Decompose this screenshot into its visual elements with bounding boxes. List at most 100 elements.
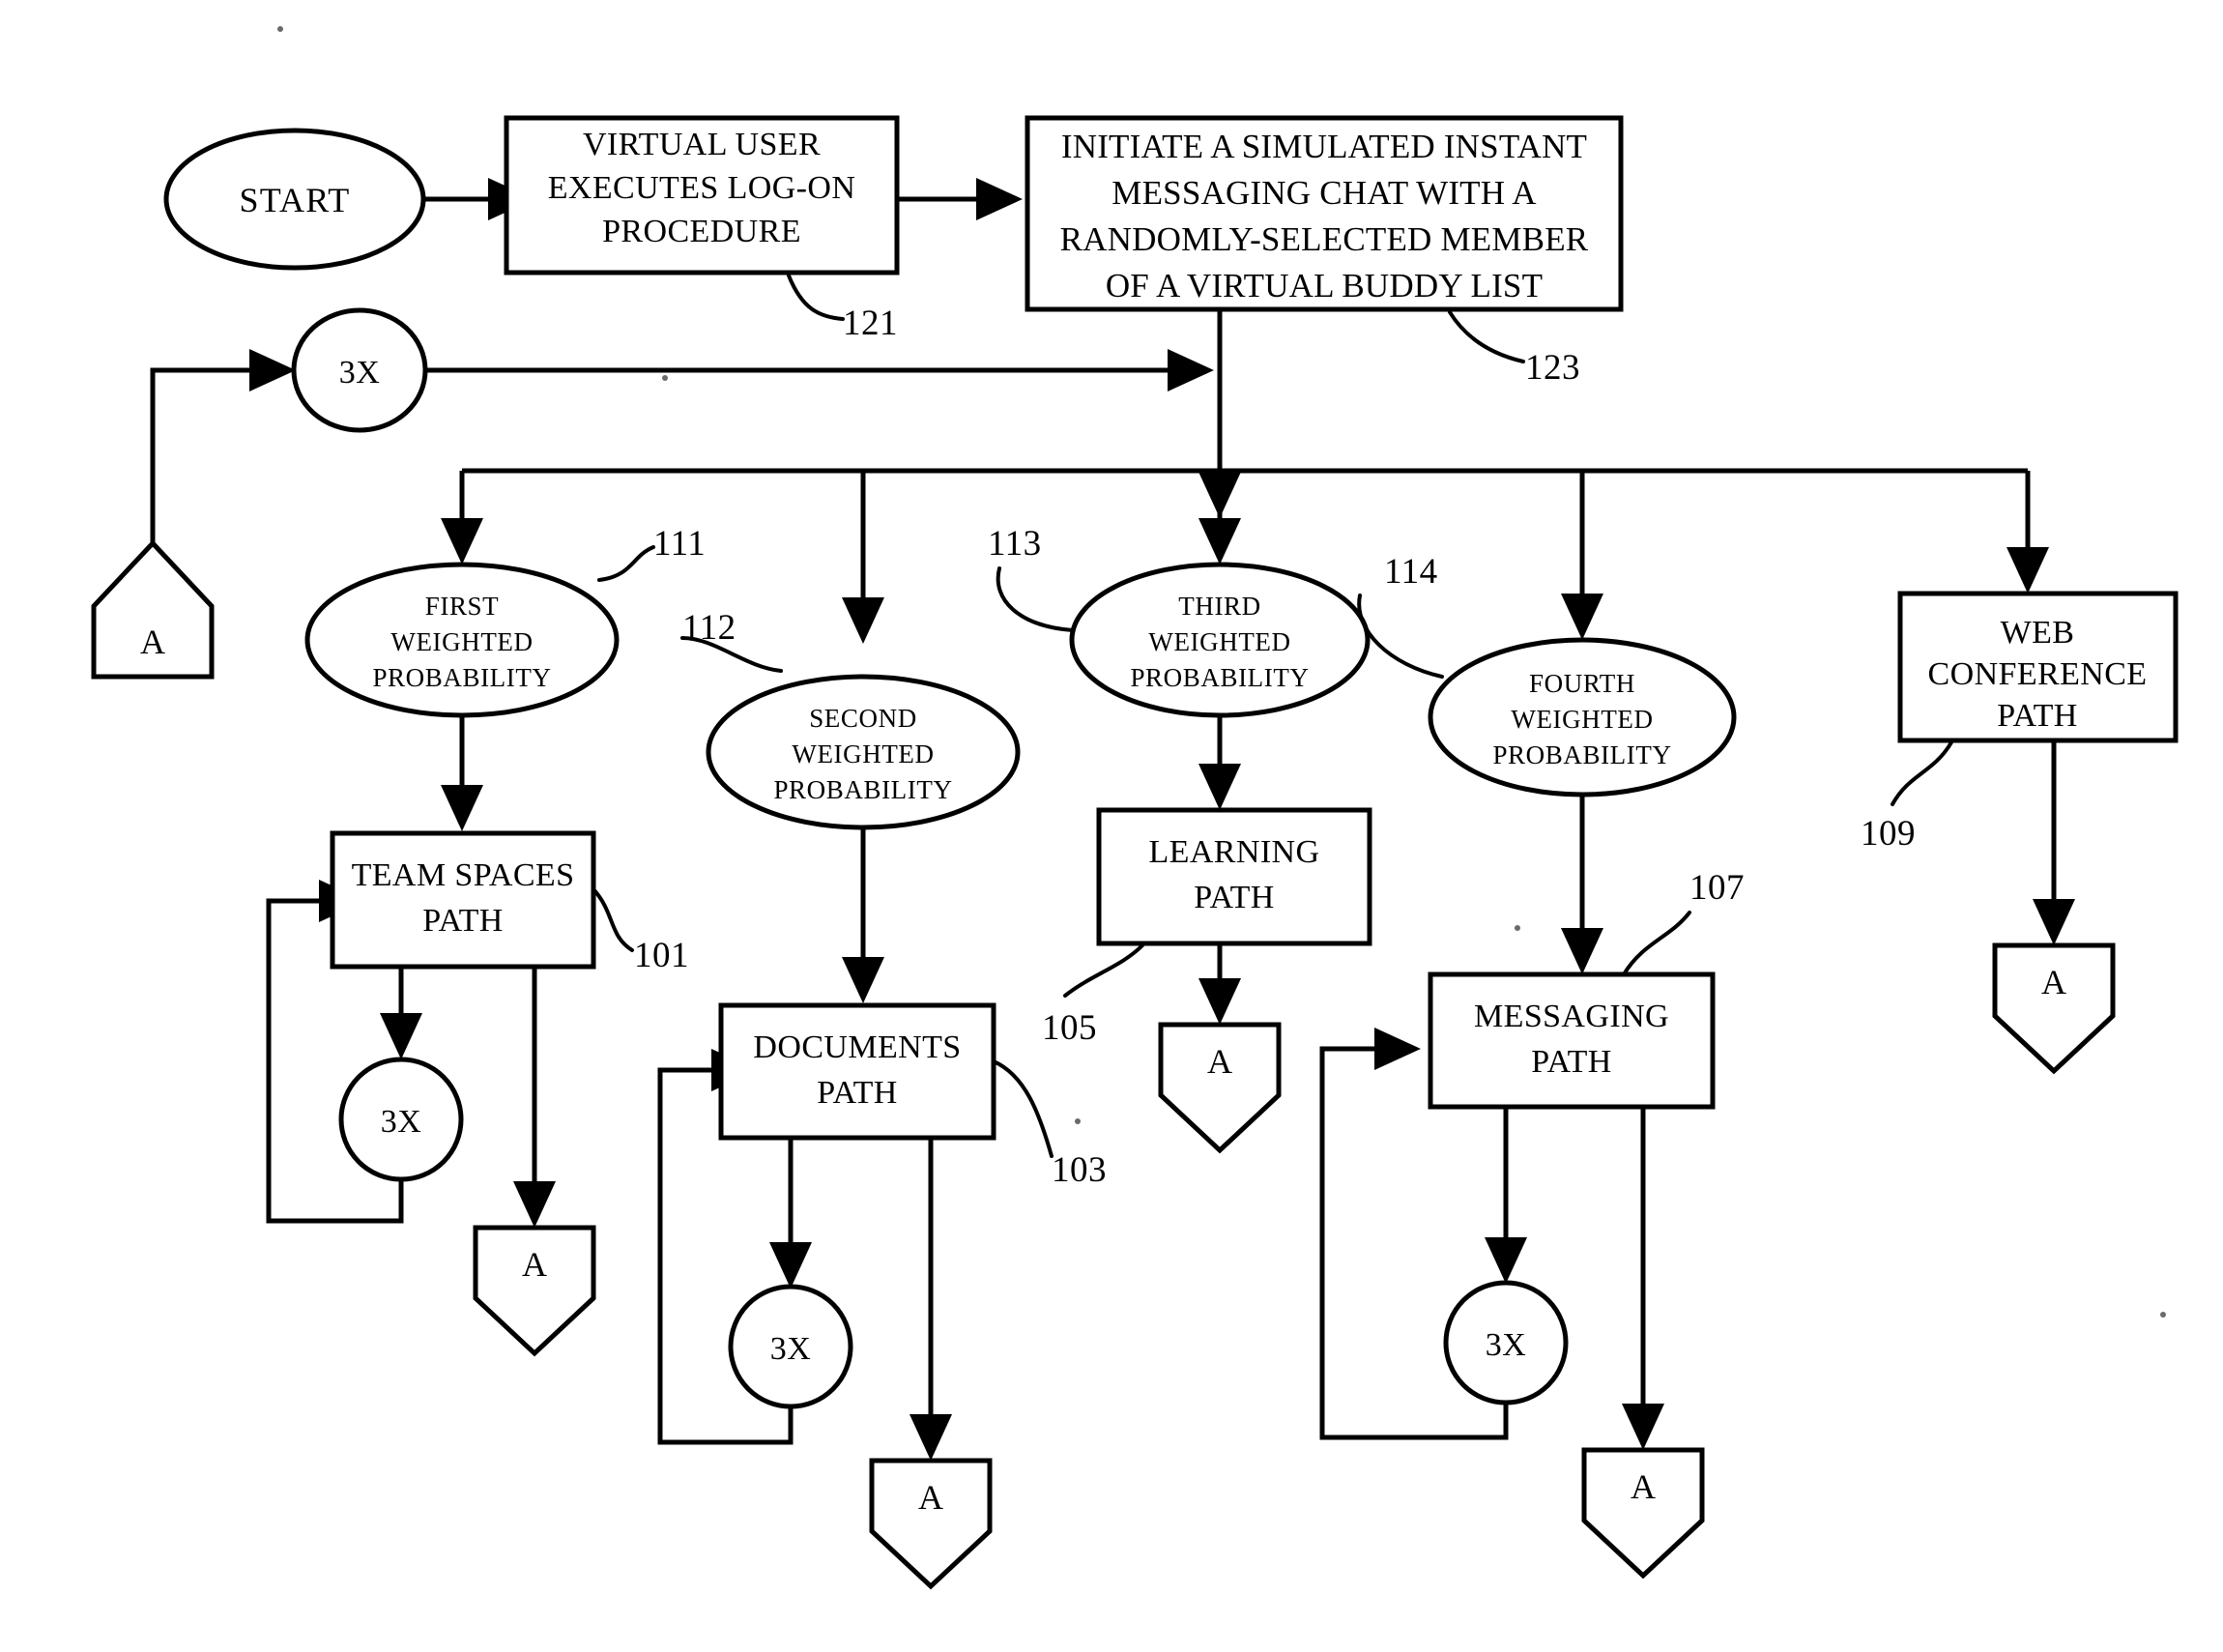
- node-messaging-line-2: PATH: [1531, 1044, 1612, 1080]
- node-team-spaces: TEAM SPACES PATH: [330, 830, 596, 970]
- leader-101: [592, 887, 634, 952]
- leader-109: [1891, 740, 1953, 806]
- ref-103: 103: [1052, 1150, 1107, 1190]
- node-loop-team-label: 3X: [381, 1104, 422, 1140]
- node-fourth-line-3: PROBABILITY: [1492, 740, 1671, 769]
- node-first-line-2: WEIGHTED: [390, 627, 533, 656]
- ref-105: 105: [1042, 1008, 1097, 1048]
- scan-speck: [2160, 1312, 2166, 1318]
- node-start: START: [163, 128, 426, 271]
- node-fourth-line-2: WEIGHTED: [1511, 705, 1653, 734]
- arrowhead: [1374, 1028, 1421, 1070]
- node-fourth-line-1: FOURTH: [1529, 669, 1635, 698]
- node-exit-documents-a: A: [869, 1458, 993, 1590]
- node-exit-messaging-a: A: [1581, 1447, 1705, 1580]
- ref-114: 114: [1384, 552, 1438, 592]
- arrowhead: [441, 518, 483, 565]
- ref-109: 109: [1861, 814, 1916, 854]
- node-loop-top-label: 3X: [339, 355, 381, 391]
- node-learning-line-1: LEARNING: [1149, 834, 1320, 870]
- node-exit-messaging-a-label: A: [1631, 1467, 1656, 1506]
- node-documents-line-2: PATH: [817, 1075, 898, 1111]
- node-messaging-line-1: MESSAGING: [1474, 999, 1669, 1034]
- scan-speck: [662, 375, 668, 381]
- node-third-line-1: THIRD: [1178, 592, 1261, 621]
- node-exit-team-a: A: [473, 1225, 596, 1357]
- node-web-conference: WEB CONFERENCE PATH: [1897, 591, 2179, 743]
- leader-103: [992, 1059, 1054, 1158]
- node-connector-in-a-label: A: [140, 623, 165, 661]
- arrowhead: [909, 1414, 952, 1461]
- node-loop-messaging-label: 3X: [1486, 1327, 1527, 1363]
- node-web-conference-line-3: PATH: [1997, 698, 2078, 734]
- node-second-line-2: WEIGHTED: [792, 739, 934, 768]
- node-loop-team: 3X: [338, 1057, 464, 1182]
- node-exit-learning-a: A: [1158, 1022, 1282, 1154]
- arrowhead: [2033, 899, 2075, 945]
- node-learning: LEARNING PATH: [1096, 807, 1372, 946]
- patent-flowchart-figure: START VIRTUAL USER EXECUTES LOG-ON PROCE…: [0, 0, 2223, 1652]
- node-first-line-3: PROBABILITY: [372, 663, 551, 692]
- scan-speck: [1515, 925, 1520, 931]
- node-initiate-line-1: INITIATE A SIMULATED INSTANT: [1061, 128, 1587, 165]
- node-third-line-2: WEIGHTED: [1148, 627, 1290, 656]
- scan-speck: [1075, 1118, 1081, 1124]
- ref-123: 123: [1525, 348, 1580, 388]
- arrowhead: [2006, 547, 2049, 594]
- node-initiate-line-4: OF A VIRTUAL BUDDY LIST: [1106, 267, 1543, 304]
- arrowhead: [441, 785, 483, 831]
- scan-speck: [277, 26, 283, 32]
- arrowhead: [513, 1181, 556, 1228]
- node-documents-line-1: DOCUMENTS: [753, 1029, 961, 1065]
- leader-114: [1357, 594, 1444, 679]
- leader-107: [1622, 911, 1691, 976]
- node-loop-documents: 3X: [728, 1284, 853, 1409]
- arrowhead: [1561, 928, 1603, 974]
- node-logon-line-2: EXECUTES LOG-ON: [548, 170, 856, 206]
- node-initiate-line-3: RANDOMLY-SELECTED MEMBER: [1060, 220, 1589, 258]
- node-first-line-1: FIRST: [425, 592, 500, 621]
- leader-123: [1448, 310, 1525, 363]
- flowchart-canvas: START VIRTUAL USER EXECUTES LOG-ON PROCE…: [91, 26, 2179, 1590]
- node-second-line-3: PROBABILITY: [773, 775, 952, 804]
- node-third-weighted-probability: THIRD WEIGHTED PROBABILITY: [1069, 562, 1371, 718]
- node-exit-web-a-label: A: [2041, 963, 2066, 1001]
- node-connector-in-a: A: [91, 539, 215, 680]
- node-team-spaces-line-2: PATH: [422, 903, 504, 939]
- arrowhead: [249, 349, 296, 391]
- arrowhead: [1198, 518, 1241, 565]
- node-first-weighted-probability: FIRST WEIGHTED PROBABILITY: [304, 562, 620, 718]
- arrowhead: [1168, 349, 1214, 391]
- arrowhead: [1198, 764, 1241, 810]
- node-second-line-1: SECOND: [809, 704, 917, 733]
- ref-111: 111: [653, 524, 706, 564]
- ref-113: 113: [988, 524, 1042, 564]
- node-loop-documents-label: 3X: [770, 1331, 812, 1367]
- node-exit-web-a: A: [1992, 942, 2116, 1075]
- node-exit-documents-a-label: A: [918, 1478, 943, 1517]
- arrowhead: [1485, 1237, 1527, 1284]
- arrowhead: [1561, 594, 1603, 640]
- ref-121: 121: [843, 304, 898, 343]
- node-logon-line-1: VIRTUAL USER: [583, 127, 821, 162]
- leader-121: [787, 274, 845, 321]
- node-loop-top: 3X: [291, 307, 428, 433]
- node-fourth-weighted-probability: FOURTH WEIGHTED PROBABILITY: [1428, 637, 1737, 797]
- ref-101: 101: [634, 936, 689, 975]
- node-exit-learning-a-label: A: [1207, 1042, 1232, 1081]
- arrowhead: [842, 957, 884, 1003]
- arrowhead: [1622, 1404, 1664, 1450]
- node-start-label: START: [240, 181, 351, 219]
- ref-112: 112: [682, 608, 736, 648]
- leader-113: [996, 566, 1075, 632]
- node-third-line-3: PROBABILITY: [1130, 663, 1309, 692]
- node-exit-team-a-label: A: [522, 1245, 547, 1284]
- node-logon-line-3: PROCEDURE: [602, 214, 801, 249]
- arrowhead: [976, 178, 1023, 220]
- node-team-spaces-line-1: TEAM SPACES: [352, 857, 575, 893]
- arrowhead: [1198, 978, 1241, 1025]
- node-initiate-line-2: MESSAGING CHAT WITH A: [1112, 174, 1537, 212]
- node-loop-messaging: 3X: [1443, 1280, 1569, 1406]
- node-documents: DOCUMENTS PATH: [718, 1002, 996, 1141]
- edge-connector-a-to-loop-top: [150, 367, 249, 574]
